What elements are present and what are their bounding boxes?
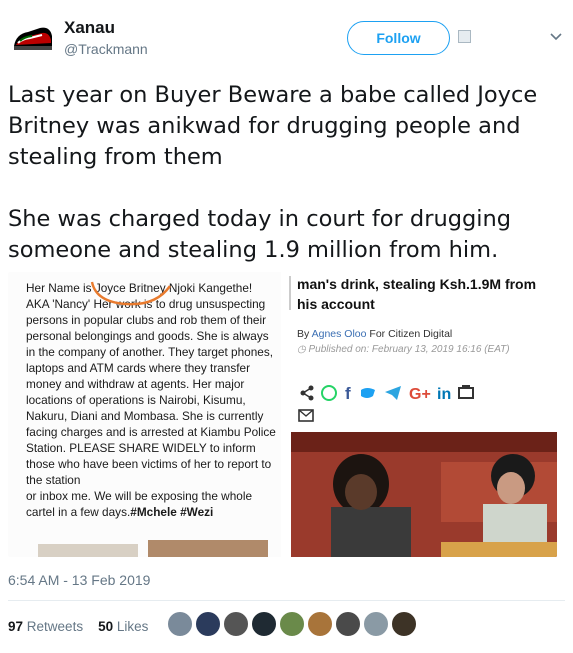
display-name[interactable]: Xanau	[64, 18, 115, 38]
share-bar: f G+ in	[297, 382, 547, 422]
media-image-right[interactable]: man's drink, stealing Ksh.1.9M from his …	[289, 272, 557, 557]
liker-avatar[interactable]	[335, 611, 361, 637]
follow-button[interactable]: Follow	[347, 21, 450, 55]
article-byline: By Agnes Oloo For Citizen Digital	[297, 328, 453, 340]
liker-avatar[interactable]	[363, 611, 389, 637]
email-icon	[298, 409, 314, 422]
likes-stat[interactable]: 50 Likes	[98, 619, 148, 634]
liker-avatar[interactable]	[251, 611, 277, 637]
image-strip	[148, 540, 268, 557]
post-body: Her Name is Joyce Britney Njoki Kangethe…	[26, 281, 276, 487]
user-handle[interactable]: @Trackmann	[64, 41, 148, 57]
svg-text:f: f	[345, 384, 351, 403]
post-body-2: or inbox me. We will be exposing the who…	[26, 489, 253, 519]
orange-scribble-icon	[90, 281, 171, 306]
quote-bar	[289, 276, 291, 310]
divider	[8, 600, 565, 601]
liker-avatar[interactable]	[167, 611, 193, 637]
tweet-spacer	[8, 173, 568, 204]
clock-icon: ◷	[297, 344, 306, 355]
retweets-stat[interactable]: 97 Retweets	[8, 619, 83, 634]
article-headline: man's drink, stealing Ksh.1.9M from his …	[297, 276, 537, 312]
facebook-post-text: Her Name is Joyce Britney Njoki Kangethe…	[26, 280, 276, 520]
svg-text:in: in	[437, 386, 451, 403]
tweet-paragraph-2: She was charged today in court for drugg…	[8, 206, 512, 263]
google-plus-icon: G+	[409, 386, 431, 403]
liker-avatars	[167, 611, 419, 641]
avatar[interactable]	[10, 16, 56, 62]
tweet-media[interactable]: Her Name is Joyce Britney Njoki Kangethe…	[8, 272, 557, 557]
telegram-icon	[385, 386, 401, 400]
chevron-down-icon[interactable]	[549, 30, 563, 44]
liker-avatar[interactable]	[307, 611, 333, 637]
media-divider	[284, 272, 290, 557]
court-photo	[291, 432, 557, 557]
article-author: Agnes Oloo	[311, 328, 367, 340]
tweet-text: Last year on Buyer Beware a babe called …	[8, 80, 568, 266]
liker-avatar[interactable]	[279, 611, 305, 637]
twitter-icon	[361, 388, 375, 398]
image-strip	[38, 544, 138, 557]
facebook-icon: f	[345, 384, 351, 403]
whatsapp-icon	[321, 385, 337, 401]
tweet-stats: 97 Retweets 50 Likes	[8, 619, 148, 634]
user-actions-icon[interactable]	[458, 30, 471, 43]
media-image-left[interactable]: Her Name is Joyce Britney Njoki Kangethe…	[8, 272, 281, 557]
tweet-timestamp[interactable]: 6:54 AM - 13 Feb 2019	[8, 572, 150, 588]
print-icon	[458, 385, 474, 399]
svg-text:G+: G+	[409, 386, 431, 403]
sneaker-kenya-flag-icon	[10, 16, 56, 62]
liker-avatar[interactable]	[223, 611, 249, 637]
linkedin-icon: in	[437, 386, 451, 403]
share-icon	[300, 385, 314, 401]
liker-avatar[interactable]	[391, 611, 417, 637]
liker-avatar[interactable]	[195, 611, 221, 637]
tweet-paragraph-1: Last year on Buyer Beware a babe called …	[8, 82, 538, 170]
post-hashtags: #Mchele #Wezi	[130, 505, 214, 519]
article-published: ◷ Published on: February 13, 2019 16:16 …	[297, 344, 510, 355]
